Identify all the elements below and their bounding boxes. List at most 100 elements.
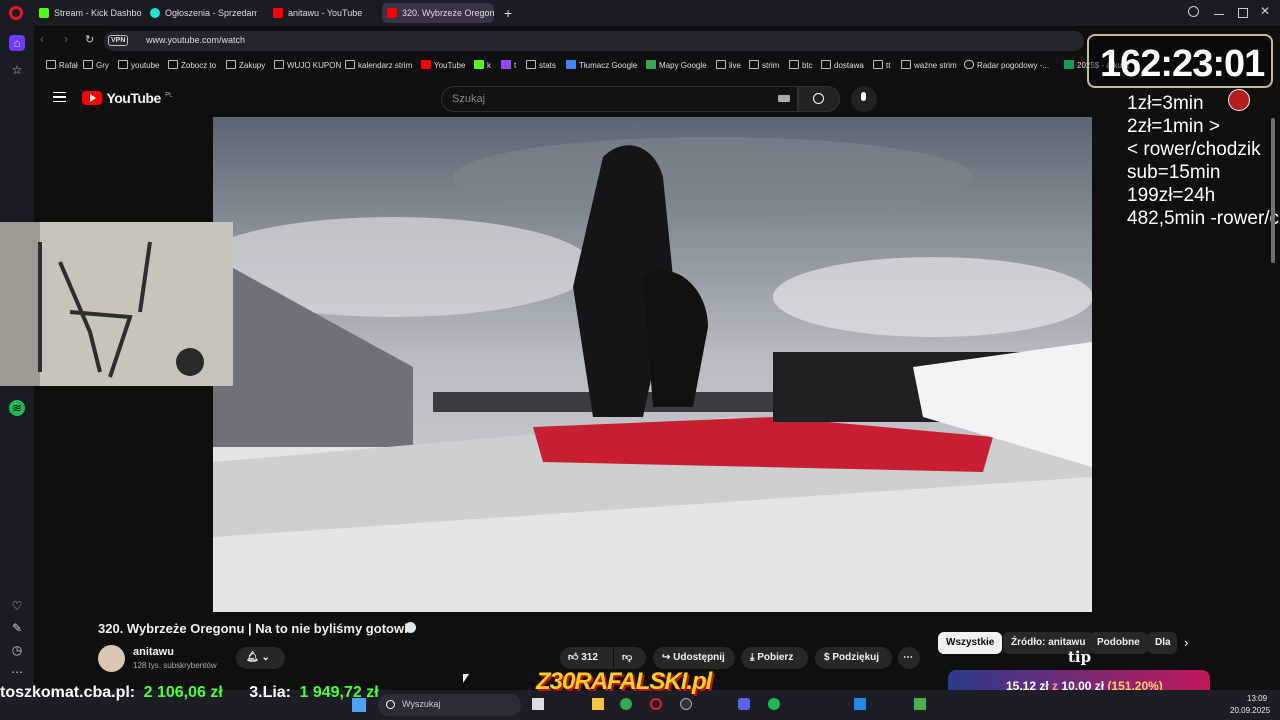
keyboard-icon[interactable] [778, 95, 790, 102]
more-actions-button[interactable]: ⋯ [898, 647, 920, 669]
dislike-button[interactable]: 👎︎ [614, 647, 646, 669]
vs-code-icon[interactable] [854, 698, 866, 710]
app-icons[interactable] [532, 698, 932, 712]
clock-date[interactable]: 20.09.2025 [1230, 706, 1270, 715]
chips-next-icon[interactable]: › [1184, 635, 1188, 650]
ticker-amount: 1 949,72 zł [299, 684, 379, 701]
bookmark-item[interactable]: Zakupy [226, 60, 265, 70]
tab-kick-dashboard[interactable]: Stream - Kick Dashboard [34, 3, 142, 23]
rate-line: 482,5min -rower/c [1127, 208, 1280, 229]
opera-icon[interactable] [650, 698, 662, 710]
back-icon[interactable]: ‹ [40, 32, 44, 46]
opera-logo-icon[interactable] [9, 6, 23, 20]
tab-olx[interactable]: Ogłoszenia - Sprzedam, k [145, 3, 257, 23]
app-icon[interactable] [914, 698, 926, 710]
spotify-icon[interactable]: ≋ [9, 400, 25, 416]
share-icon: ↪ [662, 652, 674, 663]
chrome-icon[interactable] [620, 698, 632, 710]
tip-label: tip [1068, 648, 1092, 666]
vpn-badge[interactable]: VPN [108, 35, 129, 46]
clock-time[interactable]: 13:09 [1247, 694, 1267, 703]
discord-icon[interactable] [738, 698, 750, 710]
history-icon[interactable]: ◷ [9, 642, 25, 658]
ticker-site: toszkomat.cba.pl: [0, 684, 136, 701]
like-button[interactable]: 👍︎ 312 [560, 647, 613, 669]
bookmark-item[interactable]: tt [873, 60, 890, 70]
spotify-taskbar-icon[interactable] [768, 698, 780, 710]
heart-icon[interactable]: ♡ [9, 598, 25, 614]
rate-line: sub=15min [1127, 162, 1221, 183]
page-scrollbar[interactable] [1271, 118, 1275, 263]
files-icon[interactable] [532, 698, 544, 710]
video-player[interactable] [213, 117, 1092, 612]
rate-line: 1zł=3min [1127, 93, 1204, 114]
bookmark-item[interactable]: strim [749, 60, 779, 70]
taskbar-search[interactable]: Wyszukaj [378, 694, 521, 716]
subscriber-count: 128 tys. subskrybentów [133, 661, 217, 670]
chip-all[interactable]: Wszystkie [938, 632, 1003, 654]
bookmark-item[interactable]: WUJO KUPON [274, 60, 341, 70]
close-window-button[interactable]: ✕ [1260, 4, 1270, 18]
bookmark-stats[interactable]: stats [526, 60, 556, 70]
browser-tab-bar: Stream - Kick Dashboard Ogłoszenia - Spr… [0, 0, 1280, 26]
video-title: 320. Wybrzeże Oregonu | Na to nie byliśm… [98, 621, 408, 636]
thumbs-up-icon: 👍︎ [568, 652, 579, 663]
rate-line: 199zł=24h [1127, 185, 1216, 206]
search-icon [386, 700, 395, 709]
minimize-button[interactable] [1214, 14, 1224, 15]
youtube-play-icon [82, 91, 102, 105]
tab-anitawu-youtube[interactable]: anitawu - YouTube [268, 3, 376, 23]
bookmark-item[interactable]: Zobocz to [168, 60, 216, 70]
bookmark-radar[interactable]: Radar pogodowy -... [964, 60, 1049, 70]
chip-related[interactable]: Podobne [1089, 632, 1148, 654]
bookmark-kick[interactable]: k [474, 60, 491, 70]
new-tab-button[interactable]: + [504, 5, 512, 21]
search-icon [813, 93, 824, 104]
ticker-amount: 2 106,06 zł [143, 684, 223, 701]
rate-line: < rower/chodzik [1127, 139, 1261, 160]
channel-name[interactable]: anitawu [133, 646, 174, 658]
title-emoji-icon [405, 622, 416, 633]
bookmark-item[interactable]: kalendarz strim [345, 60, 412, 70]
microphone-button[interactable] [851, 86, 877, 112]
home-icon[interactable]: ⌂ [9, 35, 25, 51]
bookmark-item[interactable]: btc [789, 60, 813, 70]
youtube-logo[interactable]: YouTube PL [82, 90, 173, 108]
more-icon[interactable]: ⋯ [9, 664, 25, 680]
bookmark-item[interactable]: t [501, 60, 516, 70]
thanks-button[interactable]: $ Podziękuj [815, 647, 892, 669]
explorer-icon[interactable] [592, 698, 604, 710]
microphone-icon [861, 92, 866, 101]
bookmark-translate[interactable]: Tłumacz Google [566, 60, 637, 70]
reload-icon[interactable]: ↻ [85, 33, 94, 46]
avatar[interactable] [1228, 89, 1250, 111]
search-input[interactable]: Szukaj [441, 86, 798, 112]
bookmark-item[interactable]: live [716, 60, 741, 70]
bookmark-maps[interactable]: Mapy Google [646, 60, 707, 70]
bookmark-item[interactable]: Rafał [46, 60, 78, 70]
tab-current-video[interactable]: 320. Wybrzeże Oregon [382, 3, 494, 23]
pinboard-icon[interactable]: ☆ [9, 62, 25, 78]
channel-avatar[interactable] [98, 645, 125, 672]
bookmark-youtube[interactable]: YouTube [421, 60, 465, 70]
bookmark-item[interactable]: dostawa [821, 60, 864, 70]
forward-icon[interactable]: › [64, 32, 68, 46]
notification-bell-button[interactable]: 🔔︎ ⌄ [236, 647, 285, 669]
bookmark-item[interactable]: youtube [118, 60, 159, 70]
bookmark-item[interactable]: Gry [83, 60, 109, 70]
share-button[interactable]: ↪ Udostępnij [653, 647, 735, 669]
chip-for-you[interactable]: Dla [1147, 632, 1177, 654]
brand-logo: Z30RAFALSKI.pl [536, 668, 712, 695]
taskbar-search-text: Wyszukaj [402, 699, 441, 709]
video-frame [213, 117, 1092, 612]
download-button[interactable]: ⤓ Pobierz [741, 647, 808, 669]
edit-icon[interactable]: ✎ [9, 620, 25, 636]
obs-icon[interactable] [680, 698, 692, 710]
search-tabs-icon[interactable] [1188, 6, 1199, 17]
bookmark-item[interactable]: ważne strim [901, 60, 957, 70]
search-button[interactable] [798, 86, 840, 112]
address-field[interactable]: VPN www.youtube.com/watch [104, 31, 1084, 51]
thumbs-down-icon: 👎︎ [622, 652, 633, 663]
menu-icon-mid [53, 96, 66, 98]
maximize-button[interactable] [1238, 8, 1248, 18]
